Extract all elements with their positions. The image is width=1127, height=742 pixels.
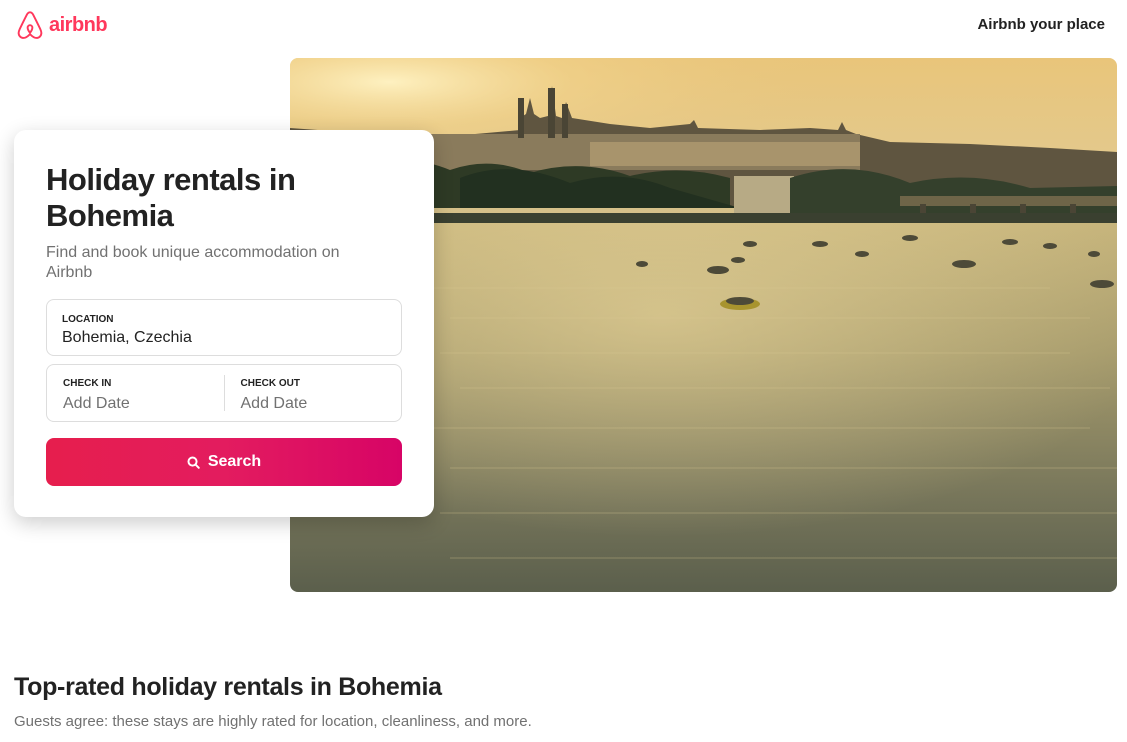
page-title: Holiday rentals in Bohemia [46, 162, 296, 233]
location-input[interactable]: Bohemia, Czechia [62, 328, 386, 348]
brand-name: airbnb [49, 14, 108, 36]
airbnb-your-place-link[interactable]: Airbnb your place [977, 16, 1105, 33]
site-header: airbnb Airbnb your place [0, 0, 1127, 52]
check-out-placeholder: Add Date [240, 395, 308, 412]
check-in-label: CHECK IN [63, 378, 112, 389]
date-range-fields: CHECK IN Add Date CHECK OUT Add Date [46, 364, 402, 422]
top-rated-title: Top-rated holiday rentals in Bohemia [14, 673, 442, 701]
search-button-label: Search [207, 453, 262, 470]
top-rated-subtitle: Guests agree: these stays are highly rat… [14, 713, 532, 730]
check-in-field[interactable]: CHECK IN Add Date [47, 365, 224, 421]
check-in-placeholder: Add Date [63, 395, 130, 412]
check-out-label: CHECK OUT [240, 378, 300, 389]
airbnb-logo-link[interactable]: airbnb [16, 10, 108, 40]
airbnb-belo-icon [17, 11, 43, 39]
search-icon [187, 455, 200, 469]
search-card: Holiday rentals in Bohemia Find and book… [14, 130, 434, 517]
location-label: LOCATION [62, 314, 114, 325]
page-subtitle: Find and book unique accommodation on Ai… [46, 244, 340, 281]
location-field[interactable]: LOCATION Bohemia, Czechia [46, 299, 402, 356]
check-out-field[interactable]: CHECK OUT Add Date [225, 365, 402, 421]
search-button[interactable]: Search [46, 438, 402, 486]
